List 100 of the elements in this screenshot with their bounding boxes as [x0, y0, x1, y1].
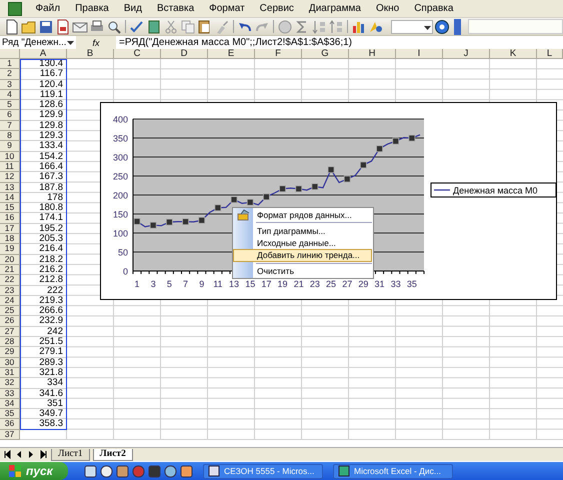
row-header[interactable]: 9 [0, 141, 20, 152]
sheet-tab[interactable]: Лист1 [51, 448, 90, 460]
row-header[interactable]: 7 [0, 120, 20, 132]
formula-field[interactable]: =РЯД("Денежная масса M0";;Лист2!$A$1:$A$36;1) [116, 36, 563, 49]
row-header[interactable]: 15 [0, 203, 20, 214]
data-point[interactable] [295, 185, 302, 192]
row-header[interactable]: 24 [0, 296, 20, 306]
taskbar-button[interactable]: СЕЗОН 5555 - Micros... [203, 464, 323, 478]
document-icon[interactable] [55, 18, 71, 34]
sheet-tab[interactable]: Лист2 [92, 448, 133, 460]
row-header[interactable]: 16 [0, 213, 20, 224]
menu-item[interactable]: Исходные данные... [233, 236, 372, 250]
data-point[interactable] [230, 196, 238, 204]
row-header[interactable]: 3 [0, 80, 20, 90]
data-point[interactable] [328, 166, 334, 174]
row-header[interactable]: 5 [0, 100, 20, 110]
menu-item[interactable]: Добавить линию тренда... [233, 249, 372, 262]
legend-line [434, 189, 450, 191]
data-point[interactable] [408, 134, 416, 142]
row-header[interactable]: 29 [0, 347, 20, 358]
row-header[interactable]: 1 [0, 59, 20, 70]
row-header[interactable]: 35 [0, 409, 20, 420]
first-sheet-icon[interactable] [3, 450, 12, 459]
column-header[interactable]: A [20, 49, 67, 59]
data-point[interactable] [262, 193, 270, 200]
menu-item[interactable]: Правка [68, 3, 116, 14]
row-header[interactable]: 33 [0, 388, 20, 399]
data-point[interactable] [214, 204, 222, 212]
row-header[interactable]: 11 [0, 162, 20, 172]
row-header[interactable]: 19 [0, 244, 20, 255]
row-header[interactable]: 14 [0, 192, 20, 204]
column-header[interactable]: H [349, 49, 396, 59]
row-header[interactable]: 25 [0, 306, 20, 316]
row-header[interactable]: 34 [0, 398, 20, 410]
data-point[interactable] [134, 218, 140, 225]
row-header[interactable]: 2 [0, 69, 20, 80]
data-point[interactable] [311, 183, 318, 190]
row-header[interactable]: 22 [0, 275, 20, 286]
column-header[interactable]: I [396, 49, 443, 59]
column-header[interactable]: E [208, 49, 255, 59]
menu-item[interactable]: Окно [368, 3, 407, 14]
row-header[interactable]: 18 [0, 234, 20, 244]
menu-item[interactable]: Файл [28, 3, 68, 14]
menu-item[interactable]: Очистить [233, 264, 372, 277]
row-header[interactable]: 28 [0, 337, 20, 348]
data-point[interactable] [279, 185, 286, 192]
row-header[interactable]: 10 [0, 152, 20, 162]
row-header[interactable]: 8 [0, 131, 20, 142]
data-point[interactable] [392, 138, 400, 145]
column-header[interactable]: K [490, 49, 537, 59]
row-header[interactable]: 12 [0, 172, 20, 183]
taskbar-button[interactable]: Microsoft Excel - Дис... [333, 464, 453, 478]
column-header[interactable]: C [114, 49, 161, 59]
row-header[interactable]: 20 [0, 254, 20, 265]
data-point[interactable] [150, 222, 157, 229]
scissors-icon[interactable] [163, 18, 179, 34]
name-box[interactable]: Ряд "Денежн... [0, 36, 76, 49]
data-point[interactable] [198, 216, 206, 224]
zoom-dropdown[interactable] [391, 20, 433, 34]
row-header[interactable]: 31 [0, 368, 20, 378]
menu-item[interactable]: Диаграмма [301, 3, 368, 14]
last-sheet-icon[interactable] [39, 450, 48, 459]
menu-item[interactable]: Формат [202, 3, 252, 14]
column-header[interactable]: G [302, 49, 349, 59]
data-point[interactable] [246, 198, 254, 206]
data-point[interactable] [182, 218, 189, 226]
data-point[interactable] [376, 145, 383, 152]
function-button[interactable]: fx [76, 38, 116, 48]
row-header[interactable]: 6 [0, 110, 20, 121]
row-header[interactable]: 32 [0, 378, 20, 388]
data-point[interactable] [166, 218, 173, 226]
row-header[interactable]: 13 [0, 182, 20, 193]
menu-item[interactable]: Формат рядов данных... [233, 209, 372, 222]
previous-sheet-icon[interactable] [15, 450, 24, 459]
row-header[interactable]: 26 [0, 316, 20, 327]
question-field[interactable] [468, 19, 563, 34]
row-header[interactable]: 17 [0, 224, 20, 234]
menu-item[interactable]: Тип диаграммы... [233, 224, 372, 237]
menu-item[interactable]: Справка [406, 3, 461, 14]
sort-descending-icon[interactable] [328, 18, 344, 34]
row-header[interactable]: 37 [0, 430, 20, 440]
sort-ascending-icon[interactable] [311, 18, 327, 34]
menu-item[interactable]: Вид [116, 3, 150, 14]
column-header[interactable]: F [255, 49, 302, 59]
toolbar-options-button[interactable] [454, 18, 461, 34]
magnifier-icon[interactable] [106, 18, 122, 34]
row-header[interactable]: 27 [0, 326, 20, 338]
row-header[interactable]: 21 [0, 264, 20, 276]
row-header[interactable]: 23 [0, 286, 20, 296]
row-header[interactable]: 36 [0, 419, 20, 430]
column-header[interactable]: J [443, 49, 490, 59]
data-point[interactable] [360, 162, 367, 168]
row-header[interactable]: 4 [0, 90, 20, 100]
column-header[interactable]: B [67, 49, 114, 59]
column-header[interactable]: L [537, 49, 563, 59]
row-header[interactable]: 30 [0, 358, 20, 368]
menu-item[interactable]: Сервис [252, 3, 302, 14]
menu-item[interactable]: Вставка [149, 3, 202, 14]
column-header[interactable]: D [161, 49, 208, 59]
data-point[interactable] [344, 176, 351, 182]
